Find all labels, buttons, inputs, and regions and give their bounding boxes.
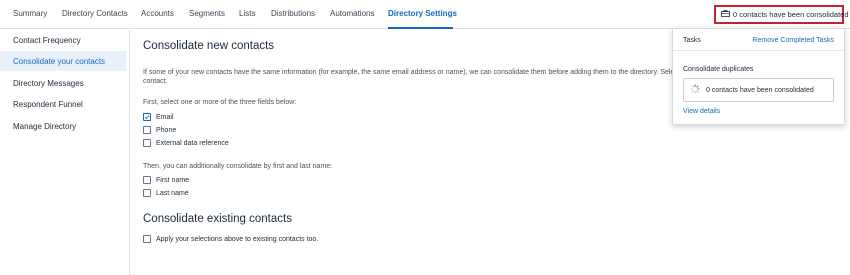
sidebar-item-manage-directory[interactable]: Manage Directory <box>0 116 126 136</box>
consolidated-button-label: 0 contacts have been consolidated <box>733 10 849 19</box>
email-option[interactable]: Email <box>143 113 174 121</box>
phone-option[interactable]: Phone <box>143 126 176 134</box>
sidebar-item-directory-messages[interactable]: Directory Messages <box>0 73 126 93</box>
view-details-link[interactable]: View details <box>683 108 720 115</box>
first-name-label: First name <box>156 176 190 184</box>
tasks-popover: Tasks Remove Completed Tasks Consolidate… <box>672 28 845 125</box>
apply-existing-option[interactable]: Apply your selections above to existing … <box>143 235 318 243</box>
apply-existing-checkbox[interactable] <box>143 235 151 243</box>
external-ref-label: External data reference <box>156 139 229 147</box>
task-status-box: 0 contacts have been consolidated <box>683 78 834 102</box>
email-label: Email <box>156 113 174 121</box>
fields-prompt: First, select one or more of the three f… <box>143 99 297 106</box>
settings-sidebar: Contact Frequency Consolidate your conta… <box>0 30 130 275</box>
popover-title: Tasks <box>683 37 701 44</box>
sidebar-item-contact-frequency[interactable]: Contact Frequency <box>0 30 126 50</box>
tab-directory-contacts[interactable]: Directory Contacts <box>62 9 128 18</box>
page-title: Consolidate new contacts <box>143 40 275 52</box>
external-ref-option[interactable]: External data reference <box>143 139 229 147</box>
task-name: Consolidate duplicates <box>683 66 754 73</box>
intro-text-line1: If some of your new contacts have the sa… <box>143 69 675 76</box>
phone-label: Phone <box>156 126 177 134</box>
checkmark-icon <box>144 115 150 120</box>
tab-automations[interactable]: Automations <box>330 9 374 18</box>
first-name-option[interactable]: First name <box>143 176 189 184</box>
consolidated-tasks-button[interactable]: 0 contacts have been consolidated <box>714 5 849 24</box>
external-ref-checkbox[interactable] <box>143 139 151 147</box>
last-name-label: Last name <box>156 189 189 197</box>
phone-checkbox[interactable] <box>143 126 151 134</box>
apply-existing-label: Apply your selections above to existing … <box>156 235 319 243</box>
briefcase-icon <box>721 10 730 19</box>
sidebar-item-consolidate-contacts[interactable]: Consolidate your contacts <box>0 51 126 71</box>
task-status-text: 0 contacts have been consolidated <box>706 86 814 94</box>
last-name-option[interactable]: Last name <box>143 189 189 197</box>
top-nav: Summary Directory Contacts Accounts Segm… <box>0 0 850 29</box>
spinner-icon <box>690 84 700 96</box>
email-checkbox[interactable] <box>143 113 151 121</box>
popover-header: Tasks Remove Completed Tasks <box>673 29 844 51</box>
tab-segments[interactable]: Segments <box>189 9 225 18</box>
tab-summary[interactable]: Summary <box>13 9 47 18</box>
first-name-checkbox[interactable] <box>143 176 151 184</box>
intro-text-line2: contact. <box>143 78 168 85</box>
sidebar-item-respondent-funnel[interactable]: Respondent Funnel <box>0 94 126 114</box>
last-name-checkbox[interactable] <box>143 189 151 197</box>
tab-distributions[interactable]: Distributions <box>271 9 315 18</box>
active-tab-indicator <box>388 27 453 29</box>
tab-accounts[interactable]: Accounts <box>141 9 174 18</box>
existing-contacts-title: Consolidate existing contacts <box>143 213 292 225</box>
tab-lists[interactable]: Lists <box>239 9 255 18</box>
tab-directory-settings[interactable]: Directory Settings <box>388 9 457 18</box>
name-prompt: Then, you can additionally consolidate b… <box>143 163 333 170</box>
remove-completed-tasks-link[interactable]: Remove Completed Tasks <box>752 37 834 44</box>
